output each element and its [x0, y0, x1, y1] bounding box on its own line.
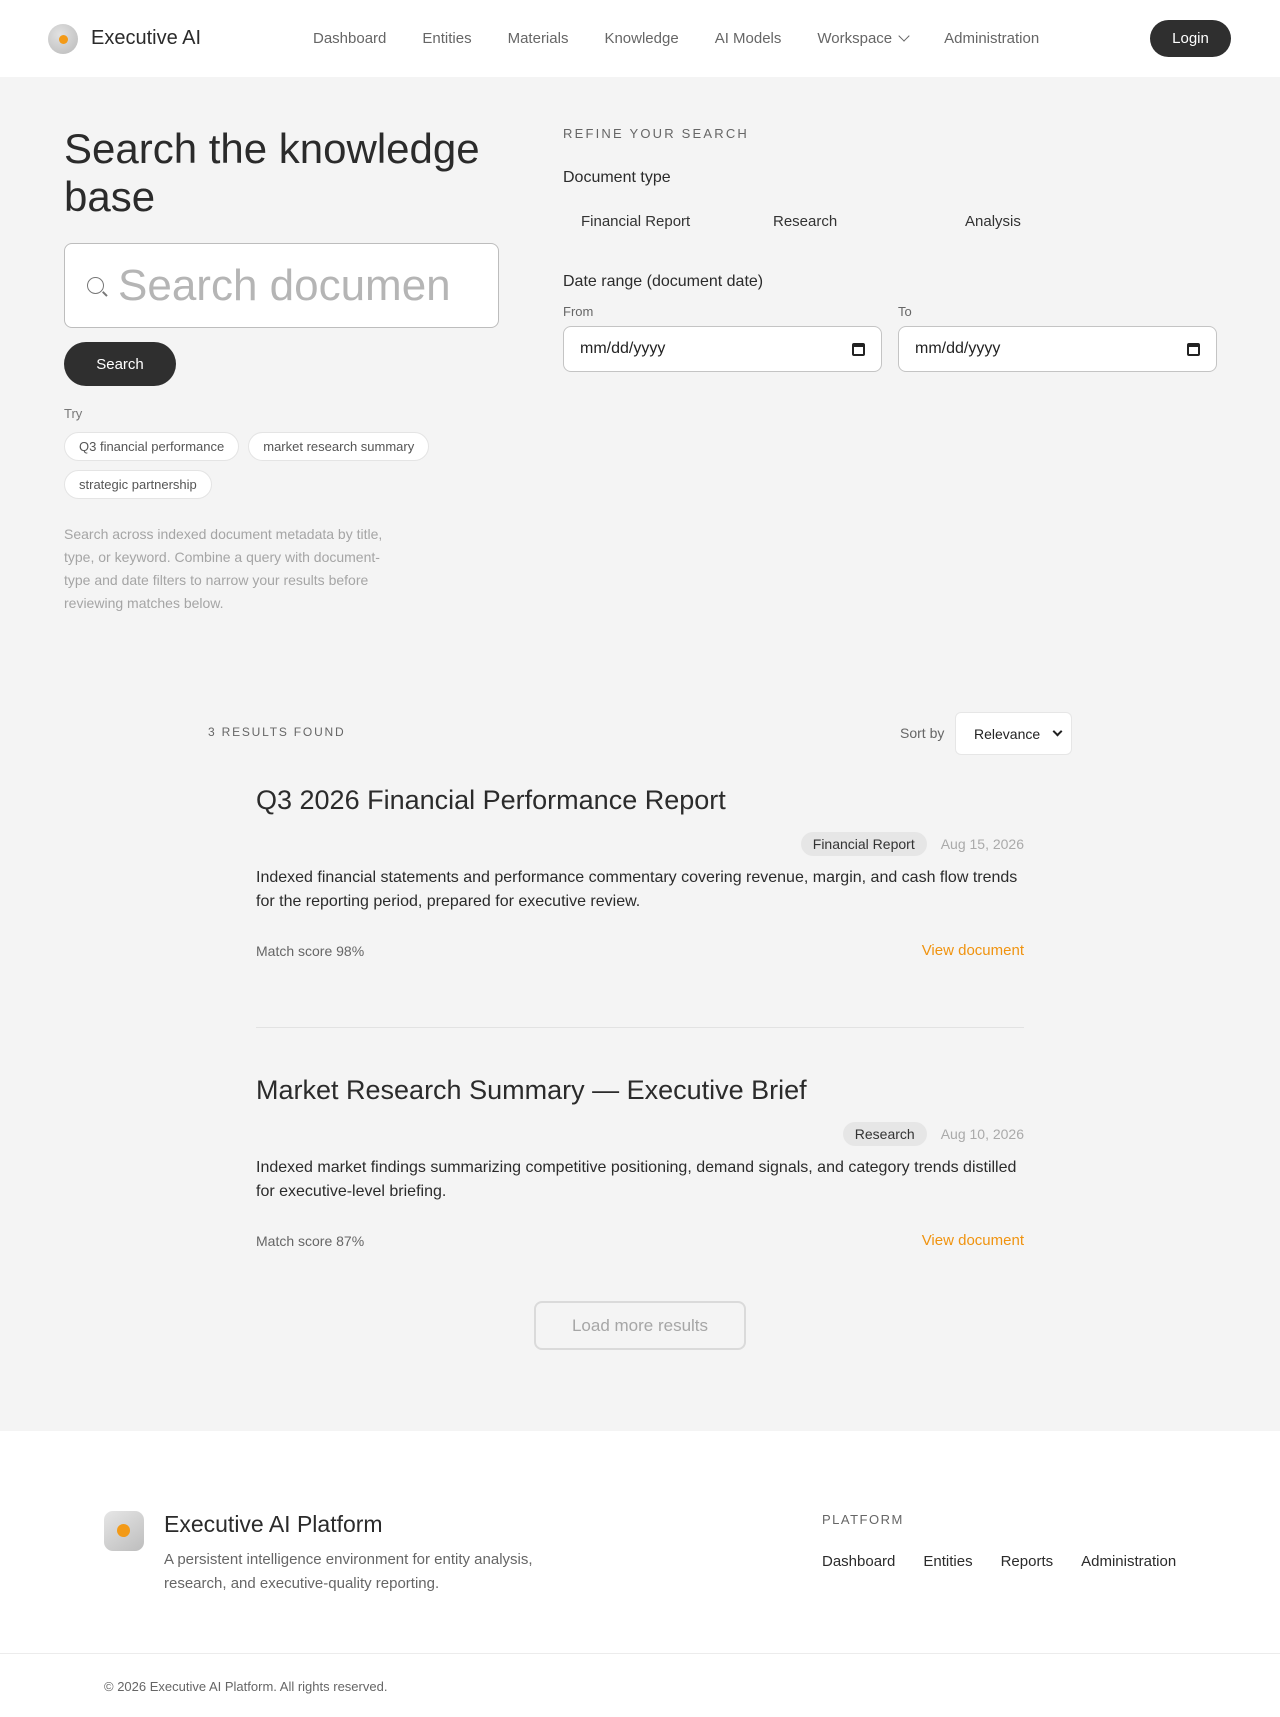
footer-link-reports[interactable]: Reports	[1001, 1553, 1054, 1570]
from-label: From	[563, 304, 594, 319]
search-box[interactable]	[64, 243, 499, 328]
suggestion-chips: Q3 financial performance market research…	[64, 432, 444, 499]
login-button[interactable]: Login	[1150, 20, 1231, 57]
suggestion-chip[interactable]: strategic partnership	[64, 470, 212, 499]
view-document-link[interactable]: View document	[922, 1232, 1024, 1249]
match-score: Match score 98%	[256, 942, 365, 959]
doc-type-financial-report[interactable]: Financial Report	[563, 209, 755, 235]
nav-materials[interactable]: Materials	[508, 30, 569, 47]
sort-select[interactable]: Relevance	[955, 712, 1072, 755]
match-score: Match score 87%	[256, 1232, 365, 1249]
nav-workspace-label: Workspace	[817, 30, 893, 47]
chevron-down-icon	[1052, 726, 1063, 737]
results-count: 3 RESULTS FOUND	[208, 725, 346, 739]
view-document-link[interactable]: View document	[922, 942, 1024, 959]
refine-title: REFINE YOUR SEARCH	[563, 126, 749, 141]
calendar-icon[interactable]	[852, 342, 865, 356]
copyright: © 2026 Executive AI Platform. All rights…	[104, 1679, 388, 1694]
nav-knowledge[interactable]: Knowledge	[604, 30, 678, 47]
footer-logo-icon	[104, 1511, 144, 1551]
footer-link-administration[interactable]: Administration	[1081, 1553, 1176, 1570]
result-title[interactable]: Market Research Summary — Executive Brie…	[256, 1075, 1024, 1106]
doc-type-badge: Financial Report	[800, 832, 927, 856]
doc-type-badge: Research	[842, 1122, 927, 1146]
result-footer: Match score 87% View document	[256, 1232, 1024, 1249]
sort-value: Relevance	[974, 725, 1041, 742]
to-label: To	[898, 304, 912, 319]
try-label: Try	[64, 406, 83, 421]
search-icon	[87, 277, 104, 294]
date-to-value: mm/dd/yyyy	[915, 340, 1001, 357]
nav-workspace[interactable]: Workspace	[817, 30, 910, 47]
date-from-input[interactable]: mm/dd/yyyy	[563, 326, 882, 372]
footer-link-entities[interactable]: Entities	[923, 1553, 972, 1570]
search-button[interactable]: Search	[64, 342, 176, 386]
nav-administration[interactable]: Administration	[944, 30, 1039, 47]
result-card: Market Research Summary — Executive Brie…	[256, 1075, 1024, 1249]
footer-link-dashboard[interactable]: Dashboard	[822, 1553, 895, 1570]
top-nav-bar: Executive AI Dashboard Entities Material…	[0, 0, 1280, 77]
result-footer: Match score 98% View document	[256, 942, 1024, 959]
result-title[interactable]: Q3 2026 Financial Performance Report	[256, 785, 1024, 816]
calendar-icon[interactable]	[1187, 342, 1200, 356]
footer-title: Executive AI Platform	[164, 1511, 383, 1537]
date-from-value: mm/dd/yyyy	[580, 340, 666, 357]
chevron-down-icon	[898, 30, 910, 42]
result-description: Indexed market findings summarizing comp…	[256, 1159, 1017, 1200]
footer-description: A persistent intelligence environment fo…	[164, 1551, 533, 1592]
result-meta: Financial Report Aug 15, 2026	[256, 832, 1024, 856]
footer-links: Dashboard Entities Reports Administratio…	[822, 1553, 1176, 1570]
page-title: Search the knowledge base	[64, 125, 480, 220]
footer-divider	[0, 1653, 1280, 1654]
brand[interactable]: Executive AI	[48, 23, 202, 54]
helper-text: Search across indexed document metadata …	[64, 526, 383, 611]
suggestion-chip[interactable]: Q3 financial performance	[64, 432, 240, 461]
main-nav: Dashboard Entities Materials Knowledge A…	[313, 0, 1075, 77]
nav-ai-models[interactable]: AI Models	[715, 30, 782, 47]
brand-name: Executive AI	[91, 27, 202, 49]
result-date: Aug 15, 2026	[940, 836, 1024, 852]
date-to-input[interactable]: mm/dd/yyyy	[898, 326, 1217, 372]
nav-entities[interactable]: Entities	[422, 30, 471, 47]
result-description: Indexed financial statements and perform…	[256, 869, 1018, 910]
doc-type-research[interactable]: Research	[755, 209, 947, 235]
doc-type-label: Document type	[563, 169, 671, 186]
result-card: Q3 2026 Financial Performance Report Fin…	[256, 785, 1024, 959]
search-input[interactable]	[118, 260, 451, 311]
footer-platform-label: PLATFORM	[822, 1512, 904, 1527]
suggestion-chip[interactable]: market research summary	[248, 432, 430, 461]
doc-type-options: Financial Report Research Analysis	[563, 209, 1039, 235]
footer: Executive AI Platform A persistent intel…	[0, 1431, 1280, 1717]
load-more-button[interactable]: Load more results	[534, 1301, 746, 1350]
result-divider	[256, 1027, 1024, 1028]
logo-icon	[48, 23, 78, 54]
search-section: Search the knowledge base Search Try Q3 …	[0, 77, 1280, 667]
result-meta: Research Aug 10, 2026	[256, 1122, 1024, 1146]
nav-dashboard[interactable]: Dashboard	[313, 30, 386, 47]
sort-label: Sort by	[900, 725, 945, 741]
result-date: Aug 10, 2026	[940, 1126, 1024, 1142]
date-range-label: Date range (document date)	[563, 273, 764, 290]
doc-type-analysis[interactable]: Analysis	[947, 209, 1039, 235]
